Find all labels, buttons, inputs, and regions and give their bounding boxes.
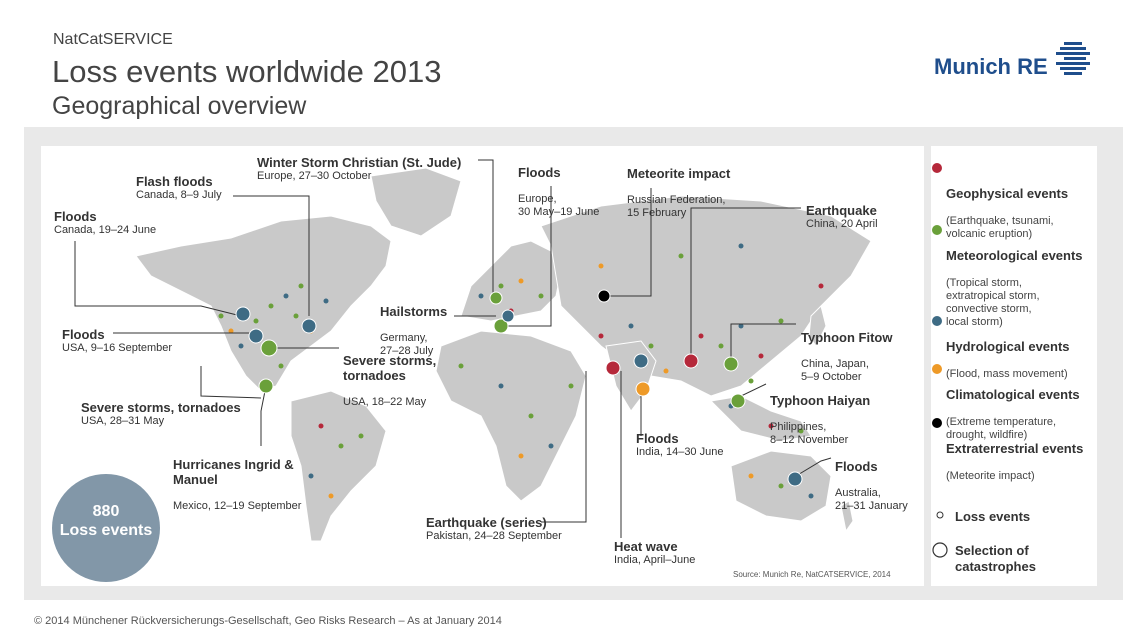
legend-size-icons: [932, 511, 948, 558]
annotation-severe-storms-may28: Severe storms, tornadoes USA, 28–31 May: [81, 400, 241, 428]
annotation-floods-canada: Floods Canada, 19–24 June: [54, 209, 156, 237]
annotation-detail: Philippines, 8–12 November: [770, 421, 849, 446]
annotation-hurricanes-ingrid-manuel: Hurricanes Ingrid & Manuel Mexico, 12–19…: [173, 444, 301, 513]
annotation-title: Floods: [54, 209, 97, 224]
annotation-floods-india: Floods India, 14–30 June: [636, 431, 723, 459]
annotation-title: Earthquake: [806, 203, 877, 218]
legend-small-label: Loss events: [955, 509, 1031, 524]
annotation-title: Hurricanes Ingrid & Manuel: [173, 457, 294, 487]
annotation-title: Floods: [518, 165, 561, 180]
annotation-detail: USA, 9–16 September: [62, 342, 173, 354]
annotation-title: Earthquake (series): [426, 515, 547, 530]
annotation-title: Typhoon Haiyan: [770, 393, 871, 408]
legend-detail: (Meteorite impact): [946, 470, 1035, 482]
annotation-title: Hailstorms: [380, 304, 448, 319]
page-subtitle: Geographical overview: [52, 92, 307, 120]
loss-events-label: Loss events: [59, 522, 153, 539]
annotation-detail: Canada, 8–9 July: [136, 189, 222, 201]
legend-dot-icon: [932, 163, 942, 173]
annotation-title: Winter Storm Christian (St. Jude): [257, 155, 462, 170]
annotation-detail: Canada, 19–24 June: [54, 224, 157, 236]
legend-title: Meteorological events: [946, 248, 1083, 263]
annotation-typhoon-haiyan: Typhoon Haiyan Philippines, 8–12 Novembe…: [770, 380, 870, 447]
logo-icon: [1056, 42, 1090, 75]
annotation-typhoon-fitow: Typhoon Fitow China, Japan, 5–9 October: [801, 317, 892, 384]
annotation-floods-europe: Floods Europe, 30 May–19 June: [518, 152, 599, 219]
annotation-severe-storms-may18: Severe storms, tornadoes USA, 18–22 May: [343, 340, 436, 409]
annotation-detail: Pakistan, 24–28 September: [426, 530, 562, 542]
annotation-title: Heat wave: [614, 539, 678, 554]
landmass-south-america: [290, 390, 387, 542]
landmass-india: [605, 340, 657, 412]
loss-events-count-bubble: 880 Loss events: [52, 474, 160, 582]
legend-dot-icon: [932, 316, 942, 326]
annotation-flash-floods-canada: Flash floods Canada, 8–9 July: [136, 174, 222, 202]
legend-large-label: Selection of catastrophes: [955, 543, 1036, 574]
munich-re-logo: Munich RE: [934, 40, 1094, 80]
legend-title: Geophysical events: [946, 186, 1069, 201]
footer-copyright: © 2014 Münchener Rückversicherungs-Gesel…: [34, 615, 502, 627]
annotation-title: Meteorite impact: [627, 166, 731, 181]
loss-events-count: 880: [92, 503, 120, 520]
annotation-floods-australia: Floods Australia, 21–31 January: [835, 446, 908, 513]
annotation-earthquake-pakistan: Earthquake (series) Pakistan, 24–28 Sept…: [426, 515, 562, 543]
large-circle-icon: [932, 542, 948, 558]
annotation-detail: Europe, 30 May–19 June: [518, 193, 600, 218]
annotation-earthquake-china: Earthquake China, 20 April: [806, 203, 878, 231]
header-kicker: NatCatSERVICE: [53, 31, 173, 48]
landmass-africa: [435, 330, 587, 502]
legend-title: Climatological events: [946, 387, 1080, 402]
annotation-title: Floods: [62, 327, 105, 342]
annotation-winter-storm-christian: Winter Storm Christian (St. Jude) Europe…: [257, 155, 461, 183]
annotation-title: Floods: [636, 431, 679, 446]
annotation-detail: USA, 18–22 May: [343, 396, 427, 408]
annotation-title: Flash floods: [136, 174, 213, 189]
annotation-meteorite-impact: Meteorite impact Russian Federation, 15 …: [627, 153, 730, 220]
annotation-detail: India, April–June: [614, 554, 696, 566]
annotation-detail: Mexico, 12–19 September: [173, 500, 302, 512]
legend-dot-icon: [932, 225, 942, 235]
annotation-detail: Europe, 27–30 October: [257, 170, 372, 182]
page-title: Loss events worldwide 2013: [52, 54, 442, 89]
annotation-detail: Russian Federation, 15 February: [627, 194, 726, 219]
legend-title: Extraterrestrial events: [946, 441, 1084, 456]
annotation-detail: USA, 28–31 May: [81, 415, 165, 427]
annotation-detail: Australia, 21–31 January: [835, 487, 908, 512]
annotation-title: Severe storms, tornadoes: [81, 400, 241, 415]
annotation-title: Floods: [835, 459, 878, 474]
annotation-floods-usa: Floods USA, 9–16 September: [62, 327, 172, 355]
source-note: Source: Munich Re, NatCATSERVICE, 2014: [733, 570, 891, 579]
annotation-title: Typhoon Fitow: [801, 330, 893, 345]
annotation-detail: China, 20 April: [806, 218, 878, 230]
annotation-heat-wave-india: Heat wave India, April–June: [614, 539, 695, 567]
legend-dot-icon: [932, 418, 942, 428]
legend-extraterrestrial: Extraterrestrial events (Meteorite impac…: [932, 415, 1096, 483]
annotation-title: Severe storms, tornadoes: [343, 353, 437, 383]
small-circle-icon: [936, 511, 944, 519]
annotation-detail: India, 14–30 June: [636, 446, 724, 458]
legend-title: Hydrological events: [946, 339, 1070, 354]
legend-dot-icon: [932, 364, 942, 374]
logo-text: Munich RE: [934, 54, 1048, 79]
